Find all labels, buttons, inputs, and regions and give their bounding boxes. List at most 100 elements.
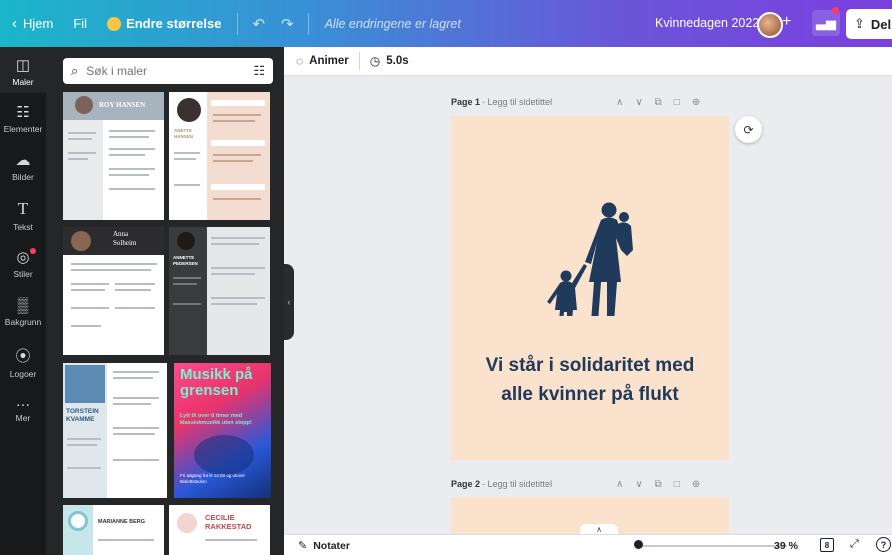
undo-icon[interactable]: ↶ bbox=[244, 15, 273, 33]
zoom-slider-track[interactable] bbox=[637, 545, 787, 547]
pattern-icon: ▒ bbox=[17, 297, 29, 314]
text-line bbox=[98, 539, 154, 541]
notes-label: Notater bbox=[313, 539, 350, 552]
duration-button[interactable]: ◷ 5.0s bbox=[370, 54, 409, 68]
text-line bbox=[68, 158, 88, 160]
photo bbox=[177, 98, 201, 122]
chevron-left-icon: ‹ bbox=[12, 15, 17, 32]
refresh-comment-button[interactable]: ⟳ bbox=[735, 116, 762, 143]
home-label: Hjem bbox=[23, 16, 54, 31]
text-line bbox=[211, 267, 265, 269]
template-thumb-marianne-berg[interactable]: MARIANNE BERG bbox=[63, 505, 164, 555]
template-thumb-torstein-kvamme[interactable]: TORSTEIN KVAMME bbox=[63, 363, 167, 498]
text-line bbox=[109, 168, 155, 170]
text-line bbox=[115, 289, 151, 291]
share-button[interactable]: ⇪ Del bbox=[846, 9, 892, 39]
filter-icon[interactable]: ☷ bbox=[253, 63, 265, 79]
rail-item-bilder[interactable]: ☁ Bilder bbox=[0, 151, 46, 182]
text-line bbox=[113, 371, 159, 373]
fullscreen-icon[interactable]: ⤢ bbox=[850, 538, 859, 551]
duplicate-icon[interactable]: ⧉ bbox=[655, 97, 662, 108]
upload-cloud-icon: ☁ bbox=[15, 152, 31, 169]
chevron-left-icon: ‹ bbox=[287, 297, 291, 307]
page-title-input[interactable]: - Legg til sidetittel bbox=[482, 479, 552, 489]
chevron-down-icon[interactable]: ∨ bbox=[635, 97, 642, 108]
page-grid-button[interactable]: 8 bbox=[820, 538, 834, 552]
text-line bbox=[211, 303, 257, 305]
page-controls: ∧ ∨ ⧉ □ ⊕ bbox=[616, 97, 700, 108]
add-page-icon[interactable]: ⊕ bbox=[692, 97, 700, 108]
mother-children-silhouette bbox=[547, 202, 633, 316]
file-menu[interactable]: Fil bbox=[63, 0, 97, 47]
main-column bbox=[207, 227, 270, 355]
rail-item-mer[interactable]: … Mer bbox=[0, 393, 46, 423]
text-line bbox=[113, 403, 151, 405]
template-name: TORSTEIN KVAMME bbox=[66, 408, 99, 423]
chevron-up-icon[interactable]: ∧ bbox=[616, 479, 623, 490]
rail-item-logoer[interactable]: ⦿ Logoer bbox=[0, 345, 46, 379]
template-thumb-roy-hansen[interactable]: ROY HANSEN bbox=[63, 92, 164, 220]
zoom-slider-knob[interactable] bbox=[634, 540, 643, 549]
notes-button[interactable]: ✎ Notater bbox=[298, 539, 350, 553]
text-line bbox=[113, 459, 159, 461]
decorative-shape bbox=[194, 435, 254, 475]
template-name: ANNETTE PEDERSEN bbox=[173, 255, 198, 266]
design-title[interactable]: Kvinnedagen 2022 bbox=[655, 16, 759, 30]
crown-icon bbox=[107, 16, 122, 31]
insights-button[interactable]: ▃▅ bbox=[812, 7, 840, 36]
top-bar: ‹ Hjem Fil Endre størrelse ↶ ↷ Alle endr… bbox=[0, 0, 892, 47]
rail-item-bakgrunn[interactable]: ▒ Bakgrunn bbox=[0, 297, 46, 327]
help-icon[interactable]: ? bbox=[876, 537, 891, 552]
rail-item-maler[interactable]: ◫ Maler bbox=[0, 47, 46, 93]
chevron-up-icon: ∧ bbox=[596, 525, 602, 534]
rail-label: Bilder bbox=[12, 172, 34, 182]
duplicate-icon[interactable]: ⧉ bbox=[655, 479, 662, 490]
text-line bbox=[173, 303, 201, 305]
plus-icon[interactable]: + bbox=[782, 13, 791, 31]
rail-label: Stiler bbox=[13, 269, 33, 279]
rail-item-stiler[interactable]: ◎ Stiler bbox=[0, 248, 46, 279]
rail-label: Elementer bbox=[3, 124, 43, 134]
photo bbox=[177, 232, 195, 250]
text-line bbox=[213, 114, 261, 116]
design-page-1[interactable]: Vi står i solidaritet med alle kvinner p… bbox=[451, 116, 729, 460]
page-controls: ∧ ∨ ⧉ □ ⊕ bbox=[616, 479, 700, 490]
text-line bbox=[71, 325, 101, 327]
headline-line-1: Vi står i solidaritet med bbox=[485, 355, 695, 376]
text-line bbox=[68, 132, 96, 134]
comment-plus-icon: ⟳ bbox=[743, 122, 754, 137]
page-headline[interactable]: Vi står i solidaritet med alle kvinner p… bbox=[451, 351, 729, 409]
search-box[interactable]: ⌕ ☷ bbox=[63, 58, 273, 84]
home-button[interactable]: ‹ Hjem bbox=[0, 0, 63, 47]
template-thumb-musikk-pa-grensen[interactable]: Musikk på grensen Lytt til over ti timer… bbox=[174, 363, 271, 498]
search-input[interactable] bbox=[86, 64, 254, 78]
text-line bbox=[68, 152, 96, 154]
duration-label: 5.0s bbox=[386, 55, 409, 67]
templates-panel: ⌕ ☷ ROY HANSEN ANETTE HANSEN bbox=[46, 47, 329, 555]
template-thumb-cecilie-rakkestad[interactable]: CECILIE RAKKESTAD bbox=[169, 505, 270, 555]
page-title-input[interactable]: - Legg til sidetittel bbox=[482, 97, 552, 107]
search-icon: ⌕ bbox=[71, 63, 79, 78]
divider bbox=[237, 12, 239, 35]
add-page-icon[interactable]: ⊕ bbox=[692, 479, 700, 490]
collapse-panel-button[interactable]: ‹ bbox=[284, 264, 294, 340]
rail-item-elementer[interactable]: ☷ Elementer bbox=[0, 103, 46, 134]
zoom-level[interactable]: 39 % bbox=[774, 540, 798, 552]
canvas-area: Page 1 - Legg til sidetittel ∧ ∨ ⧉ □ ⊕ V… bbox=[294, 76, 892, 534]
template-thumb-anna-solheim[interactable]: Anna Solheim bbox=[63, 227, 164, 355]
avatar[interactable] bbox=[757, 12, 783, 38]
template-thumb-annette-pedersen[interactable]: ANNETTE PEDERSEN bbox=[169, 227, 270, 355]
template-thumb-anette-hansen[interactable]: ANETTE HANSEN bbox=[169, 92, 270, 220]
chevron-up-icon[interactable]: ∧ bbox=[616, 97, 623, 108]
animate-button[interactable]: ◌ Animer bbox=[284, 54, 349, 68]
text-line bbox=[71, 269, 151, 271]
text-line bbox=[213, 154, 261, 156]
trash-icon[interactable]: □ bbox=[674, 479, 680, 490]
rail-label: Tekst bbox=[13, 222, 33, 232]
redo-icon[interactable]: ↷ bbox=[273, 15, 302, 33]
trash-icon[interactable]: □ bbox=[674, 97, 680, 108]
resize-button[interactable]: Endre størrelse bbox=[97, 0, 231, 47]
rail-item-tekst[interactable]: T Tekst bbox=[0, 199, 46, 232]
text-line bbox=[71, 307, 109, 309]
chevron-down-icon[interactable]: ∨ bbox=[635, 479, 642, 490]
